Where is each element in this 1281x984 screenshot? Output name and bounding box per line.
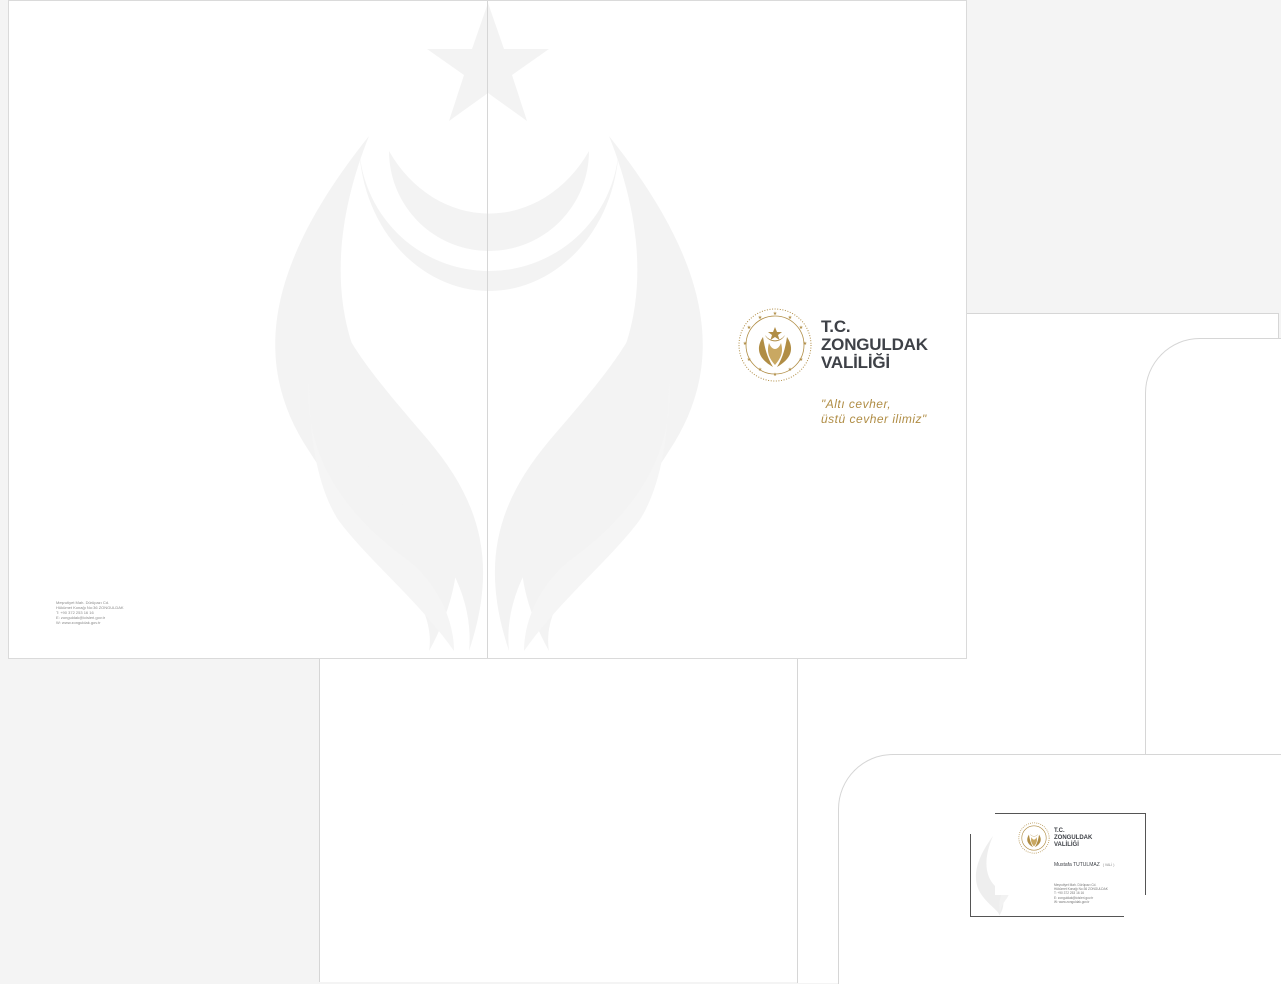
brand-name-text: ZONGULDAK <box>821 335 928 354</box>
card-brand-name: ZONGULDAK <box>1054 835 1093 841</box>
card-emblem-icon <box>1018 822 1050 854</box>
svg-text:★: ★ <box>758 315 763 321</box>
svg-text:★: ★ <box>773 311 778 317</box>
presentation-folder: ★ ★ ★ ★ ★ ★ ★ ★ ★ ★ ★ ★ T.C. ZONGULDAK VALİLİĞİ … <box>8 0 967 659</box>
svg-text:★: ★ <box>799 325 804 331</box>
card-brand-subtitle: VALİLİĞİ <box>1054 842 1079 848</box>
folder-contact-block: Meşrutiyet Mah. Dürüpazı Cd. Hükümet Kon… <box>56 600 124 625</box>
card-contact-block: Meşrutiyet Mah. Dürüpazı Cd. Hükümet Kon… <box>1054 883 1108 904</box>
slogan-line-1: "Altı cevher, <box>821 397 892 411</box>
folder-fold-line <box>487 1 488 658</box>
svg-text:★: ★ <box>803 341 808 347</box>
card-brand-tc: T.C. <box>1054 828 1065 834</box>
brand-tc-text: T.C. <box>821 317 851 336</box>
svg-text:★: ★ <box>788 367 793 373</box>
svg-text:★: ★ <box>747 325 752 331</box>
svg-text:★: ★ <box>747 357 752 363</box>
watermark-emblem-icon <box>275 3 703 651</box>
card-person: Mustafa TUTULMAZ( VALİ ) <box>1054 862 1114 868</box>
card-website: W: www.zonguldak.gov.tr <box>1054 899 1090 904</box>
slogan-line-2: üstü cevher ilimiz" <box>821 412 927 426</box>
svg-text:★: ★ <box>758 367 763 373</box>
card-person-title: ( VALİ ) <box>1102 863 1115 867</box>
svg-text:★: ★ <box>788 315 793 321</box>
svg-text:★: ★ <box>799 357 804 363</box>
lower-folder-sheet <box>319 652 799 982</box>
svg-text:★: ★ <box>743 341 748 347</box>
folder-pocket-upper <box>1145 338 1281 768</box>
brand-subtitle-text: VALİLİĞİ <box>821 353 890 372</box>
contact-website: W: www.zonguldak.gov.tr <box>56 620 101 625</box>
card-person-name: Mustafa TUTULMAZ <box>1054 862 1100 868</box>
zonguldak-emblem-icon: ★ ★ ★ ★ ★ ★ ★ ★ ★ ★ ★ ★ <box>738 308 812 382</box>
business-card-front: T.C. ZONGULDAK VALİLİĞİ Mustafa TUTULMAZ… <box>995 813 1146 904</box>
svg-text:★: ★ <box>773 372 778 378</box>
